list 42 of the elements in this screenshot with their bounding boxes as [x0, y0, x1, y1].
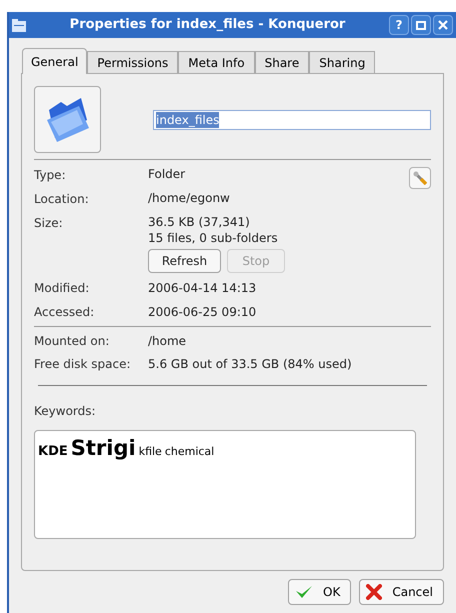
window-title: Properties for index_files - Konqueror — [68, 16, 346, 34]
folder-icon — [44, 98, 90, 142]
field-label: Modified: — [34, 280, 90, 297]
field-label: Size: — [34, 215, 64, 232]
keyword-tag[interactable]: KDE — [38, 442, 68, 462]
cross-icon — [366, 584, 382, 600]
maximize-button[interactable] — [411, 15, 431, 35]
field-value: 2006-04-14 14:13 — [148, 280, 256, 297]
tab[interactable]: Sharing — [309, 51, 376, 73]
field-value: /home — [148, 333, 186, 350]
field-label: Accessed: — [34, 304, 96, 321]
close-icon — [438, 20, 448, 30]
keywords-label: Keywords: — [34, 403, 97, 420]
cancel-button[interactable]: Cancel — [359, 579, 444, 605]
name-input[interactable]: index_files — [153, 110, 431, 130]
checkmark-icon — [295, 585, 314, 599]
close-button[interactable] — [433, 15, 453, 35]
tab[interactable]: Meta Info — [178, 51, 255, 73]
field-value: Folder — [148, 166, 186, 182]
window-icon — [12, 18, 26, 32]
field-value: 36.5 KB (37,341) — [148, 214, 251, 230]
tab[interactable]: General — [22, 48, 88, 74]
field-label: Free disk space: — [34, 356, 132, 373]
field-label: Location: — [34, 191, 90, 208]
size-button[interactable]: Refresh — [148, 249, 221, 273]
field-value: 5.6 GB out of 33.5 GB (84% used) — [148, 356, 352, 373]
tab[interactable]: Share — [254, 51, 310, 73]
field-value: 2006-06-25 09:10 — [148, 304, 256, 321]
folder-icon-button[interactable] — [34, 86, 101, 153]
ok-button[interactable]: OK — [288, 579, 352, 605]
help-button[interactable]: ? — [389, 15, 409, 35]
configure-button[interactable] — [409, 167, 431, 189]
maximize-icon — [416, 20, 426, 30]
wrench-icon — [413, 171, 427, 185]
keyword-tag[interactable]: Strigi — [70, 433, 136, 464]
field-label: Type: — [34, 167, 67, 184]
keyword-tag[interactable]: kfile — [138, 444, 162, 460]
tab[interactable]: Permissions — [87, 51, 178, 73]
field-label: Mounted on: — [34, 333, 110, 350]
keyword-tag[interactable]: chemical — [164, 444, 214, 460]
field-value: 15 files, 0 sub-folders — [148, 230, 278, 246]
field-value: /home/egonw — [148, 190, 230, 206]
